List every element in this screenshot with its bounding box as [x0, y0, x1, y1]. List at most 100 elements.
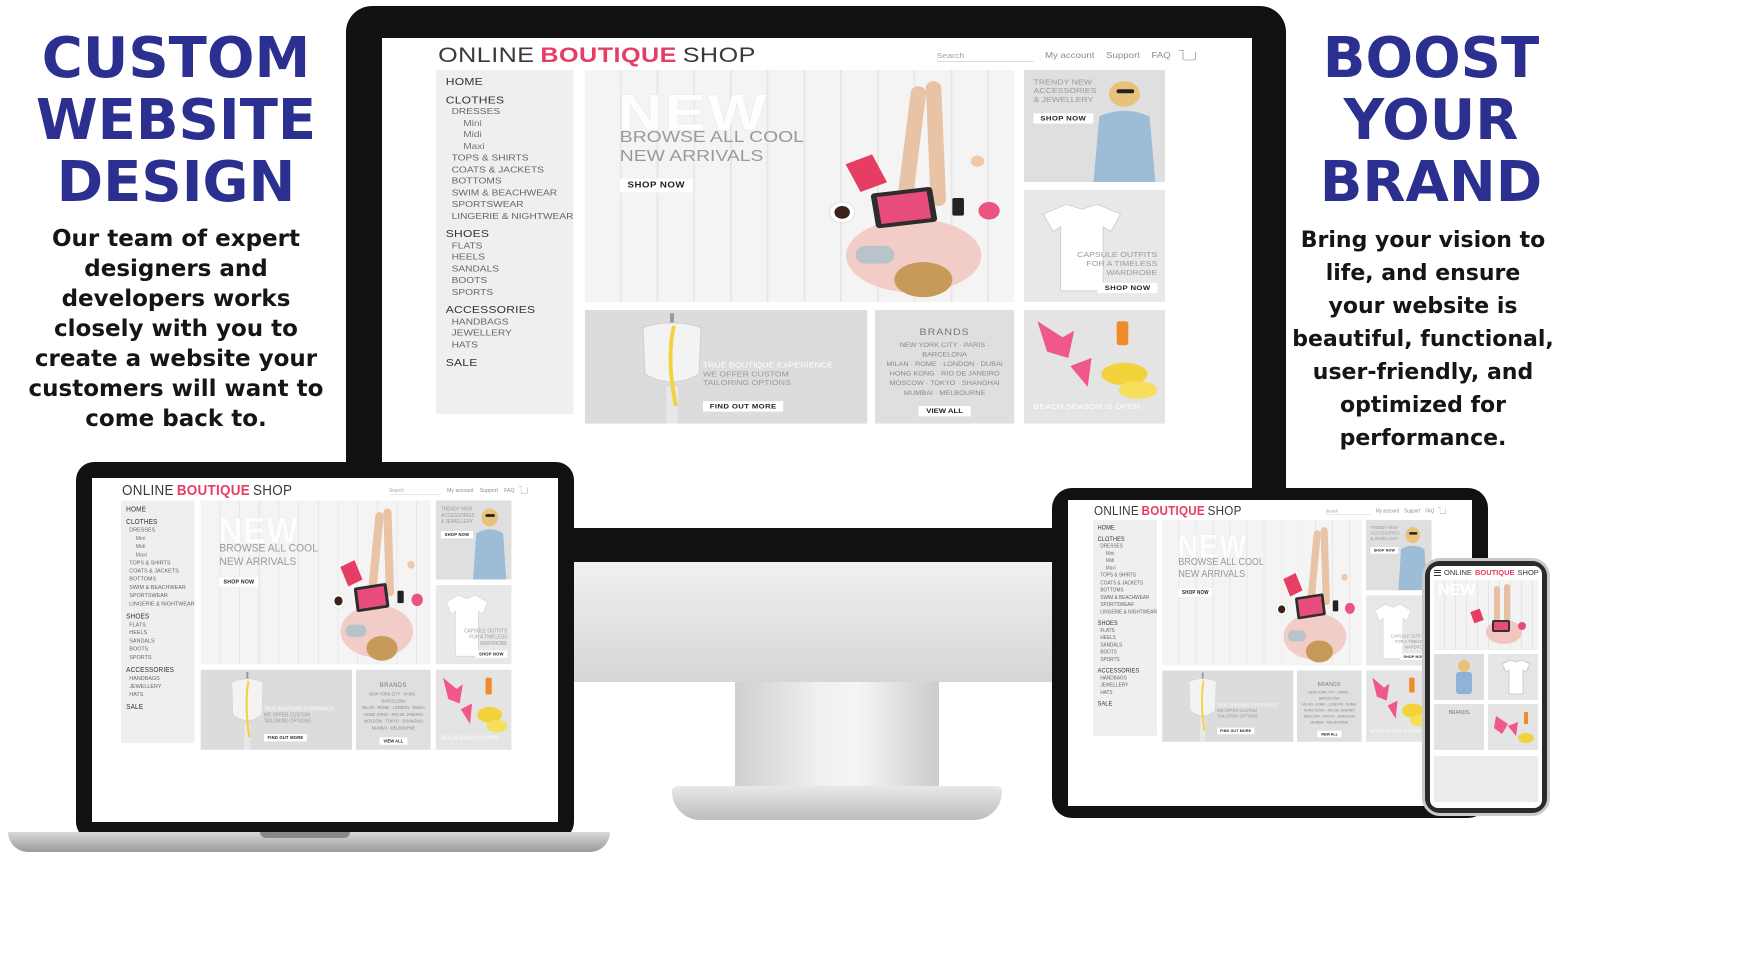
sidebar-item[interactable]: LINGERIE & NIGHTWEAR: [126, 600, 194, 608]
sidebar-item[interactable]: DRESSES: [126, 526, 194, 534]
sidebar-item[interactable]: BOTTOMS: [1098, 586, 1157, 593]
search-input[interactable]: Search: [1325, 507, 1371, 516]
site-logo[interactable]: ONLINE BOUTIQUE SHOP: [1094, 503, 1242, 519]
faq-link[interactable]: FAQ: [504, 487, 514, 493]
sidebar-item[interactable]: FLATS: [446, 240, 574, 252]
sidebar-item[interactable]: SALE: [446, 357, 574, 369]
find-out-more-button[interactable]: FIND OUT MORE: [1217, 727, 1255, 735]
sidebar-item[interactable]: ACCESSORIES: [1098, 667, 1157, 674]
my-account-link[interactable]: My account: [447, 487, 473, 493]
sidebar-item[interactable]: SWIM & BEACHWEAR: [126, 583, 194, 591]
sidebar-item[interactable]: HANDBAGS: [446, 316, 574, 328]
sidebar-item[interactable]: BOOTS: [126, 645, 194, 653]
sidebar-item[interactable]: HATS: [446, 339, 574, 351]
sidebar-item[interactable]: Maxi: [1098, 564, 1157, 571]
sidebar-item[interactable]: HOME: [126, 505, 194, 513]
sidebar-item[interactable]: SANDALS: [1098, 641, 1157, 648]
sidebar-item[interactable]: DRESSES: [1098, 543, 1157, 550]
sidebar-item[interactable]: BOTTOMS: [126, 575, 194, 583]
my-account-link[interactable]: My account: [1376, 508, 1399, 514]
sidebar-item[interactable]: SPORTS: [446, 286, 574, 298]
sidebar-item[interactable]: SWIM & BEACHWEAR: [1098, 594, 1157, 601]
view-all-button[interactable]: VIEW ALL: [918, 406, 971, 417]
find-out-more-button[interactable]: FIND OUT MORE: [702, 401, 784, 412]
sidebar-item[interactable]: DRESSES: [446, 106, 574, 118]
sidebar-item[interactable]: SPORTS: [1098, 656, 1157, 663]
sidebar-item[interactable]: COATS & JACKETS: [126, 567, 194, 575]
sidebar-item[interactable]: SPORTSWEAR: [1098, 601, 1157, 608]
sidebar-item[interactable]: Mini: [126, 534, 194, 542]
faq-link[interactable]: FAQ: [1425, 508, 1434, 514]
sidebar-item[interactable]: JEWELLERY: [446, 328, 574, 340]
sidebar-item[interactable]: CLOTHES: [446, 94, 574, 106]
sidebar-item[interactable]: SPORTSWEAR: [446, 199, 574, 211]
sidebar-item[interactable]: COATS & JACKETS: [1098, 579, 1157, 586]
view-all-button[interactable]: VIEW ALL: [1317, 730, 1342, 738]
sidebar-item[interactable]: HOME: [1098, 524, 1157, 531]
sidebar-item[interactable]: LINGERIE & NIGHTWEAR: [446, 210, 574, 222]
hero-shop-now-button[interactable]: SHOP NOW: [219, 577, 259, 587]
sidebar-item[interactable]: SPORTS: [126, 653, 194, 661]
search-input[interactable]: Search: [389, 486, 441, 495]
sidebar-item[interactable]: SANDALS: [126, 637, 194, 645]
sidebar-item[interactable]: JEWELLERY: [1098, 682, 1157, 689]
cart-icon[interactable]: [518, 486, 528, 494]
hamburger-icon[interactable]: [1434, 569, 1441, 576]
support-link[interactable]: Support: [1106, 51, 1140, 60]
sidebar-item[interactable]: HATS: [126, 690, 194, 698]
site-logo[interactable]: ONLINE BOUTIQUE SHOP: [438, 43, 756, 68]
sidebar-item[interactable]: HEELS: [446, 252, 574, 264]
sidebar-item[interactable]: ACCESSORIES: [126, 666, 194, 674]
sidebar-item[interactable]: Maxi: [446, 141, 574, 153]
sidebar-item[interactable]: FLATS: [126, 620, 194, 628]
sidebar-item[interactable]: HATS: [1098, 689, 1157, 696]
sidebar-item[interactable]: ACCESSORIES: [446, 304, 574, 316]
promo-accessories-shop-now-button[interactable]: SHOP NOW: [1033, 113, 1094, 124]
support-link[interactable]: Support: [1404, 508, 1420, 514]
sidebar-item[interactable]: CLOTHES: [1098, 535, 1157, 542]
sidebar-item[interactable]: Mini: [1098, 550, 1157, 557]
sidebar-item[interactable]: HEELS: [1098, 634, 1157, 641]
sidebar-item[interactable]: BOOTS: [446, 275, 574, 287]
sidebar-item[interactable]: Midi: [126, 542, 194, 550]
site-logo[interactable]: ONLINE BOUTIQUE SHOP: [122, 481, 292, 498]
sidebar-item[interactable]: LINGERIE & NIGHTWEAR: [1098, 608, 1157, 615]
view-all-button[interactable]: VIEW ALL: [379, 737, 408, 745]
sidebar-item[interactable]: SALE: [1098, 700, 1157, 707]
sidebar-item[interactable]: Midi: [1098, 557, 1157, 564]
hero-shop-now-button[interactable]: SHOP NOW: [619, 178, 693, 193]
promo-accessories-shop-now-button[interactable]: SHOP NOW: [440, 531, 473, 539]
sidebar-item[interactable]: CLOTHES: [126, 518, 194, 526]
find-out-more-button[interactable]: FIND OUT MORE: [263, 734, 307, 742]
faq-link[interactable]: FAQ: [1151, 51, 1170, 60]
sidebar-item[interactable]: SANDALS: [446, 263, 574, 275]
my-account-link[interactable]: My account: [1045, 51, 1094, 60]
hero-shop-now-button[interactable]: SHOP NOW: [1178, 588, 1213, 597]
cart-icon[interactable]: [1178, 49, 1196, 60]
sidebar-item[interactable]: FLATS: [1098, 627, 1157, 634]
cart-icon[interactable]: [1437, 507, 1446, 514]
sidebar-item[interactable]: SWIM & BEACHWEAR: [446, 187, 574, 199]
sidebar-item[interactable]: BOOTS: [1098, 648, 1157, 655]
sidebar-item[interactable]: HOME: [446, 76, 574, 88]
search-input[interactable]: Search: [936, 49, 1034, 62]
sidebar-item[interactable]: SHOES: [126, 612, 194, 620]
sidebar-item[interactable]: Maxi: [126, 550, 194, 558]
sidebar-item[interactable]: COATS & JACKETS: [446, 164, 574, 176]
sidebar-item[interactable]: Midi: [446, 129, 574, 141]
sidebar-item[interactable]: BOTTOMS: [446, 176, 574, 188]
sidebar-item[interactable]: SALE: [126, 703, 194, 711]
sidebar-item[interactable]: Mini: [446, 118, 574, 130]
sidebar-item[interactable]: TOPS & SHIRTS: [126, 559, 194, 567]
sidebar-item[interactable]: HEELS: [126, 629, 194, 637]
sidebar-item[interactable]: SPORTSWEAR: [126, 591, 194, 599]
promo-capsule-shop-now-button[interactable]: SHOP NOW: [475, 650, 508, 658]
sidebar-item[interactable]: SHOES: [446, 228, 574, 240]
sidebar-item[interactable]: JEWELLERY: [126, 682, 194, 690]
sidebar-item[interactable]: HANDBAGS: [126, 674, 194, 682]
sidebar-item[interactable]: TOPS & SHIRTS: [1098, 572, 1157, 579]
promo-capsule-shop-now-button[interactable]: SHOP NOW: [1097, 282, 1158, 294]
sidebar-item[interactable]: HANDBAGS: [1098, 674, 1157, 681]
promo-accessories-shop-now-button[interactable]: SHOP NOW: [1370, 547, 1399, 554]
sidebar-item[interactable]: SHOES: [1098, 619, 1157, 626]
